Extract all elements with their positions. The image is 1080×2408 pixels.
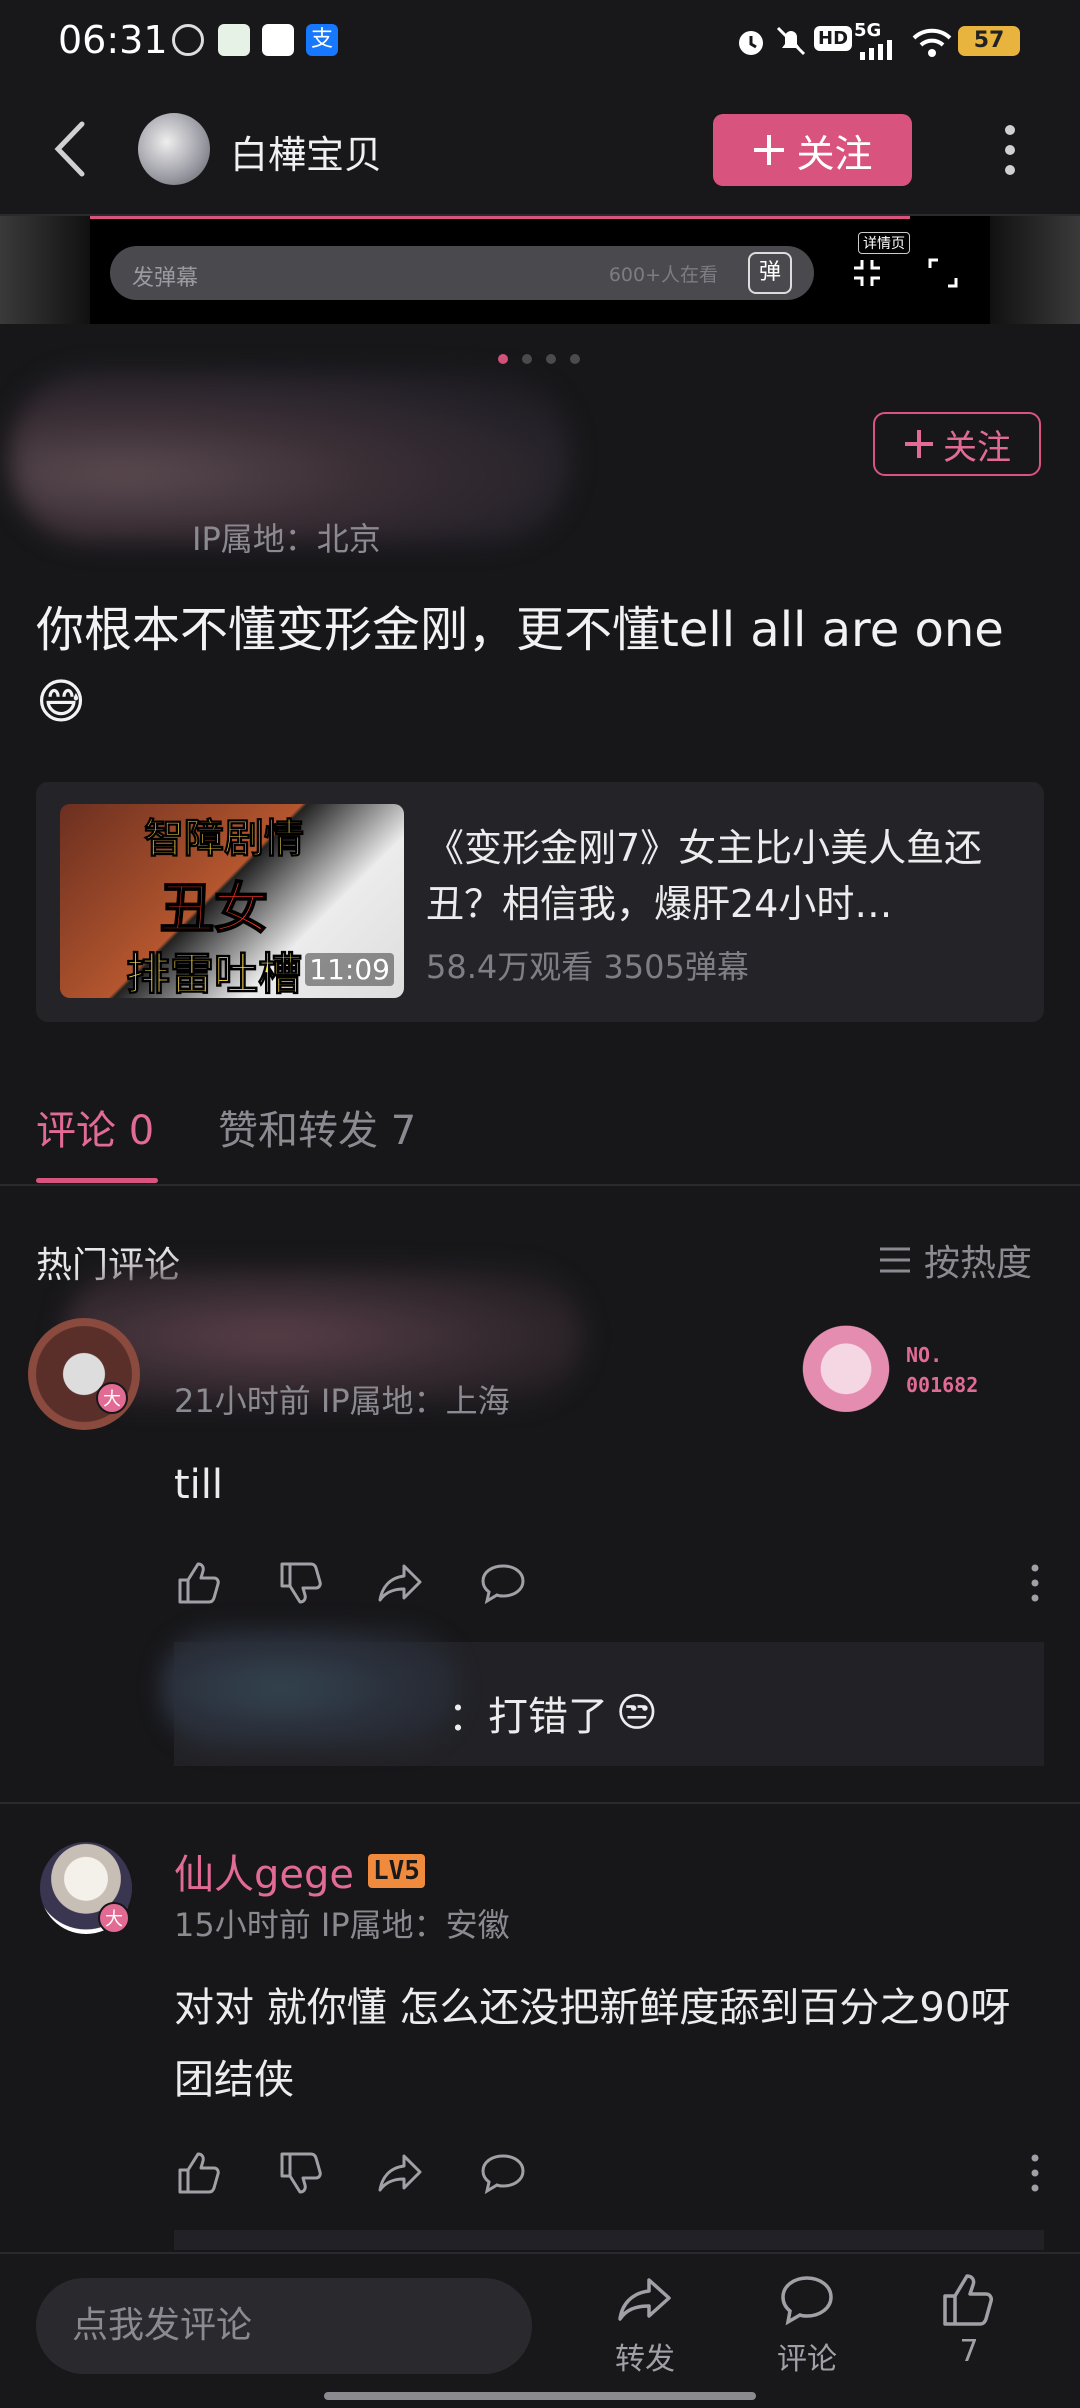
repost-button[interactable]: 转发 (600, 2270, 690, 2390)
vip-badge: 大 (98, 1902, 130, 1934)
like-icon[interactable] (174, 1558, 224, 1608)
dislike-icon[interactable] (276, 1558, 326, 1608)
reply-preview[interactable] (174, 2230, 1044, 2250)
fan-badge-id: 001682 (906, 1373, 979, 1397)
post-follow-label: 关注 (943, 427, 1011, 468)
thumbnail-text-1: 智障剧情 (144, 816, 305, 863)
commenter-avatar[interactable] (28, 1318, 140, 1430)
page-dot-4 (570, 354, 580, 364)
comment-button[interactable]: 评论 (762, 2270, 852, 2390)
page-dot-3 (546, 354, 556, 364)
post-follow-button[interactable]: 关注 (873, 412, 1041, 476)
status-bar: 06:31 支 HD 5G 57 (0, 0, 1080, 80)
reply-content: ：打错了 😒 (448, 1684, 658, 1742)
comment-more-icon[interactable] (1010, 1558, 1060, 1608)
blurred-replier-name (160, 1626, 460, 1750)
reply-icon[interactable] (478, 1558, 528, 1608)
comment-meta: 15小时前 IP属地：安徽 (174, 1906, 510, 1944)
battery-indicator: 57 (958, 26, 1020, 56)
fan-badge-image (798, 1316, 894, 1412)
comment-label: 评论 (777, 2342, 837, 2377)
comment-actions (174, 2148, 1044, 2198)
repost-icon (618, 2278, 671, 2321)
reply-text: ：打错了 (448, 1694, 608, 1740)
bottom-action-bar: 点我发评论 转发 评论 7 (0, 2252, 1080, 2408)
danmaku-toggle-button[interactable]: 弹 (748, 252, 792, 294)
active-tab-indicator (36, 1178, 158, 1183)
like-count: 7 (959, 2334, 979, 2369)
home-indicator[interactable] (324, 2392, 756, 2400)
linked-video-card[interactable]: 智障剧情 丑女 排雷吐槽 11:09 《变形金刚7》女主比小美人鱼还丑？相信我，… (36, 782, 1044, 1022)
plus-icon (905, 430, 933, 458)
comment-input[interactable]: 点我发评论 (36, 2278, 532, 2374)
comment-more-icon[interactable] (1010, 2148, 1060, 2198)
shrink-icon[interactable] (852, 258, 882, 288)
comment-meta: 21小时前 IP属地：上海 (174, 1382, 510, 1420)
tab-comments[interactable]: 评论 0 (36, 1098, 154, 1156)
danmaku-placeholder: 发弹幕 (132, 266, 199, 291)
alarm-icon (739, 31, 763, 55)
danmaku-input[interactable]: 发弹幕 600+人在看 弹 (110, 246, 814, 300)
vip-badge: 大 (96, 1382, 128, 1414)
hd-icon: HD (814, 26, 853, 51)
fullscreen-icon[interactable] (928, 258, 958, 288)
progress-bar[interactable] (90, 216, 910, 219)
fan-badge-prefix: NO. (906, 1343, 943, 1367)
tab-divider (0, 1184, 1080, 1186)
reply-icon[interactable] (478, 2148, 528, 2198)
fan-badge-number: NO. 001682 (906, 1340, 978, 1400)
wifi-icon (912, 28, 952, 57)
dislike-icon[interactable] (276, 2148, 326, 2198)
alipay-icon: 支 (306, 24, 338, 56)
level-badge: LV5 (368, 1854, 425, 1888)
detail-page-label[interactable]: 详情页 (858, 232, 910, 254)
like-icon[interactable] (174, 2148, 224, 2198)
video-duration: 11:09 (305, 953, 394, 986)
mute-icon (776, 26, 806, 56)
notification-icon (172, 24, 204, 56)
share-icon[interactable] (376, 1558, 426, 1608)
page-dot-1 (498, 354, 508, 364)
comment-text: till (174, 1462, 224, 1508)
follow-button[interactable]: 关注 (713, 114, 912, 186)
video-blur-right (990, 216, 1080, 324)
online-count: 600+人在看 (608, 264, 718, 286)
comment-icon (781, 2276, 833, 2326)
top-nav-bar: 白樺宝贝 关注 (0, 80, 1080, 216)
follow-button-label: 关注 (796, 131, 873, 176)
thumbnail-text-2: 丑女 (159, 876, 269, 941)
menu-lines-icon (880, 1247, 910, 1273)
page-dot-2 (522, 354, 532, 364)
comment-text: 对对 就你懂 怎么还没把新鲜度舔到百分之90呀 团结侠 (174, 1985, 1011, 2103)
repost-label: 转发 (615, 2342, 675, 2377)
signal-icon (860, 40, 892, 60)
video-blur-left (0, 216, 90, 324)
sort-label: 按热度 (924, 1243, 1033, 1284)
post-ip-location: IP属地：北京 (192, 520, 381, 558)
mail-icon (262, 24, 294, 56)
thumbnail-text-3: 排雷吐槽 (126, 949, 303, 999)
like-button[interactable]: 7 (924, 2270, 1014, 2390)
commenter-name[interactable]: 仙人gege LV5 (174, 1842, 425, 1900)
video-player[interactable]: 发弹幕 600+人在看 弹 详情页 (0, 216, 1080, 324)
linked-video-stats: 58.4万观看 3505弹幕 (426, 948, 749, 986)
tab-likes-reposts[interactable]: 赞和转发 7 (218, 1098, 416, 1156)
author-name[interactable]: 白樺宝贝 (230, 124, 382, 179)
more-options-icon[interactable] (990, 120, 1030, 180)
author-avatar[interactable] (138, 113, 210, 185)
thumbs-up-icon (943, 2274, 993, 2326)
back-arrow-icon[interactable] (46, 118, 96, 180)
post-content: 你根本不懂变形金刚，更不懂tell all are one 😅 (36, 602, 1004, 730)
video-thumbnail: 智障剧情 丑女 排雷吐槽 11:09 (60, 804, 404, 998)
share-icon[interactable] (376, 2148, 426, 2198)
plus-icon (754, 135, 785, 165)
app-icon (218, 24, 250, 56)
comment-divider (0, 1802, 1080, 1804)
unamused-emoji-icon: 😒 (616, 1690, 658, 1736)
status-time: 06:31 (58, 18, 168, 62)
commenter-name-text: 仙人gege (174, 1852, 354, 1898)
comment-actions (174, 1558, 1044, 1608)
linked-video-title: 《变形金刚7》女主比小美人鱼还丑？相信我，爆肝24小时… (426, 826, 983, 926)
sort-by-popularity-button[interactable]: 按热度 (878, 1234, 1032, 1286)
